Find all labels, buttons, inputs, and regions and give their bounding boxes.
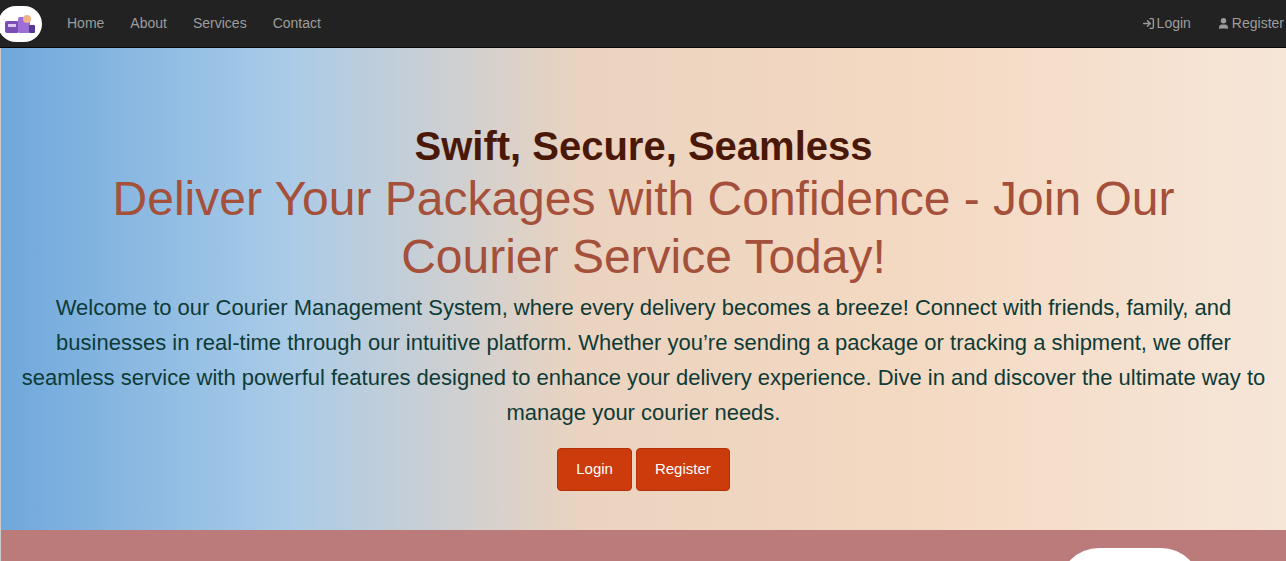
- hero-title: Swift, Secure, Seamless: [414, 122, 872, 170]
- user-icon: [1217, 17, 1230, 30]
- auth-links: LoginRegister: [1129, 13, 1286, 34]
- features-strip: [0, 530, 1286, 561]
- nav-link[interactable]: Contact: [260, 13, 334, 34]
- register-link[interactable]: Register: [1204, 13, 1286, 34]
- page: HomeAboutServicesContactLoginRegisterSwi…: [0, 0, 1286, 561]
- hero-body: Welcome to our Courier Management System…: [1, 290, 1286, 430]
- logo[interactable]: [0, 6, 42, 42]
- nav-link[interactable]: Home: [54, 13, 117, 34]
- hero: Swift, Secure, SeamlessDeliver Your Pack…: [0, 48, 1286, 530]
- nav-links: HomeAboutServicesContact: [54, 13, 334, 34]
- navbar: HomeAboutServicesContact LoginRegister: [0, 0, 1286, 48]
- hero-buttons: LoginRegister: [557, 448, 730, 491]
- login-icon: [1142, 17, 1155, 30]
- decorative-circle: [1059, 548, 1201, 561]
- hero-button[interactable]: Login: [557, 448, 632, 491]
- login-link[interactable]: Login: [1129, 13, 1204, 34]
- courier-logo-icon: [3, 11, 37, 37]
- nav-link[interactable]: About: [117, 13, 180, 34]
- nav-link[interactable]: Services: [180, 13, 260, 34]
- hero-button[interactable]: Register: [636, 448, 730, 491]
- hero-headline: Deliver Your Packages with Confidence - …: [1, 170, 1286, 286]
